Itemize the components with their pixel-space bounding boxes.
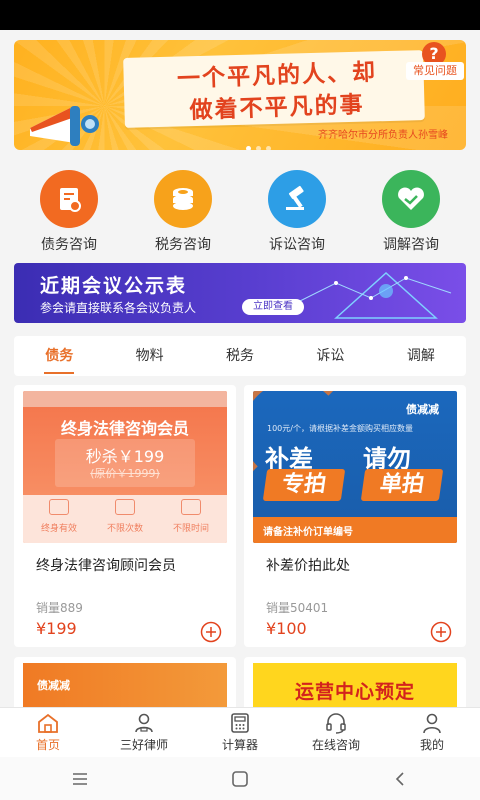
gavel-icon xyxy=(268,170,326,228)
brand-logo: 债减减 xyxy=(406,403,439,416)
nav-label: 首页 xyxy=(35,738,60,752)
tab-tax[interactable]: 税务 xyxy=(195,336,285,376)
category-row: 债务咨询 税务咨询 诉讼咨询 调解咨询 xyxy=(0,170,480,253)
hero-banner[interactable]: 一个平凡的人、却 做着不平凡的事 齐齐哈尔市分所负责人孙雪峰 ? 常见问题 xyxy=(14,40,466,150)
clock-icon xyxy=(181,499,201,515)
image-text: 运营中心预定 xyxy=(294,681,415,703)
lawyer-icon xyxy=(135,713,153,733)
flash-price: 秒杀￥199 xyxy=(85,447,165,466)
category-debt[interactable]: 债务咨询 xyxy=(23,170,115,253)
product-sales: 销量889 xyxy=(36,601,83,615)
category-label: 债务咨询 xyxy=(41,237,97,253)
product-card[interactable]: 运营中心预定 xyxy=(244,657,466,707)
meeting-banner[interactable]: 近期会议公示表 参会请直接联系各会议负责人 立即查看 xyxy=(14,263,466,323)
coin-stack-icon xyxy=(154,170,212,228)
nav-mine[interactable]: 我的 xyxy=(384,708,480,757)
feature-item: 终身有效 xyxy=(29,499,89,534)
back-icon[interactable] xyxy=(390,770,410,788)
carousel-dot[interactable] xyxy=(266,146,271,150)
product-sales: 销量50401 xyxy=(266,601,329,615)
product-card[interactable]: 债减减 xyxy=(14,657,236,707)
user-icon xyxy=(423,713,441,734)
product-name: 终身法律咨询顾问会员 xyxy=(36,558,176,574)
meeting-subtitle: 参会请直接联系各会议负责人 xyxy=(40,301,197,315)
original-price: (原价￥1999) xyxy=(90,467,160,480)
banner-signature: 齐齐哈尔市分所负责人孙雪峰 xyxy=(318,130,448,141)
category-label: 调解咨询 xyxy=(383,237,439,253)
category-label: 诉讼咨询 xyxy=(269,237,325,253)
status-bar xyxy=(0,0,480,30)
carousel-dots xyxy=(246,146,271,150)
category-label: 税务咨询 xyxy=(155,237,211,253)
carousel-dot[interactable] xyxy=(256,146,261,150)
product-name: 补差价拍此处 xyxy=(266,558,350,574)
add-to-cart-icon[interactable] xyxy=(200,621,222,643)
nav-home[interactable]: 首页 xyxy=(0,708,96,757)
product-card[interactable]: 终身法律咨询会员 秒杀￥199 (原价￥1999) 终身有效 不限次数 不限时间 xyxy=(14,385,236,647)
nav-label: 三好律师 xyxy=(119,738,168,752)
bottom-navigation: 首页 三好律师 计算器 在线咨询 我的 xyxy=(0,707,480,757)
check-icon xyxy=(115,499,135,515)
image-word: 专拍 xyxy=(262,469,346,501)
nav-label: 我的 xyxy=(419,738,444,752)
feature-item: 不限次数 xyxy=(95,499,155,534)
category-mediation[interactable]: 调解咨询 xyxy=(365,170,457,253)
product-card[interactable]: 债减减 100元/个，请根据补差金额购买相应数量 补差 请勿 专拍 单拍 请备注… xyxy=(244,385,466,647)
meeting-title: 近期会议公示表 xyxy=(40,275,188,297)
feature-label: 终身有效 xyxy=(40,524,77,534)
product-price: ¥100 xyxy=(266,619,307,638)
nav-online-consult[interactable]: 在线咨询 xyxy=(288,708,384,757)
tab-debt[interactable]: 债务 xyxy=(14,336,104,376)
image-note: 100元/个，请根据补差金额购买相应数量 xyxy=(267,424,413,433)
product-image: 终身法律咨询会员 秒杀￥199 (原价￥1999) 终身有效 不限次数 不限时间 xyxy=(23,391,227,543)
stripe-text: 请备注补价订单编号 xyxy=(263,527,353,538)
headset-icon xyxy=(326,713,346,734)
nav-label: 在线咨询 xyxy=(311,738,360,752)
tab-mediation[interactable]: 调解 xyxy=(376,336,466,376)
add-to-cart-icon[interactable] xyxy=(430,621,452,643)
home-page: 一个平凡的人、却 做着不平凡的事 齐齐哈尔市分所负责人孙雪峰 ? 常见问题 债务… xyxy=(0,30,480,707)
product-image: 债减减 100元/个，请根据补差金额购买相应数量 补差 请勿 专拍 单拍 请备注… xyxy=(253,391,457,543)
calculator-icon xyxy=(231,713,249,733)
category-tabs: 债务 物料 税务 诉讼 调解 xyxy=(14,336,466,376)
faq-button[interactable]: ? 常见问题 xyxy=(406,42,466,84)
feature-label: 不限次数 xyxy=(106,524,143,534)
tab-litigation[interactable]: 诉讼 xyxy=(285,336,375,376)
product-image: 运营中心预定 xyxy=(253,663,457,707)
faq-label: 常见问题 xyxy=(406,62,464,80)
home-square-icon[interactable] xyxy=(230,770,250,788)
megaphone-icon xyxy=(30,106,99,146)
diamond-icon xyxy=(49,499,69,515)
debt-document-icon xyxy=(40,170,98,228)
image-strip xyxy=(23,391,227,407)
system-navigation xyxy=(0,757,480,800)
image-title: 终身法律咨询会员 xyxy=(60,419,189,438)
home-icon xyxy=(38,713,58,733)
menu-icon[interactable] xyxy=(70,771,90,787)
product-image: 债减减 xyxy=(23,663,227,707)
nav-calculator[interactable]: 计算器 xyxy=(192,708,288,757)
tab-materials[interactable]: 物料 xyxy=(104,336,194,376)
feature-label: 不限时间 xyxy=(172,524,209,534)
product-price: ¥199 xyxy=(36,619,77,638)
nav-lawyers[interactable]: 三好律师 xyxy=(96,708,192,757)
network-graphic xyxy=(295,271,452,319)
brand-logo: 债减减 xyxy=(37,679,70,692)
view-now-button[interactable]: 立即查看 xyxy=(242,299,304,315)
handshake-heart-icon xyxy=(382,170,440,228)
nav-label: 计算器 xyxy=(221,738,258,752)
category-litigation[interactable]: 诉讼咨询 xyxy=(251,170,343,253)
carousel-dot[interactable] xyxy=(246,146,251,150)
feature-item: 不限时间 xyxy=(161,499,221,534)
image-word: 单拍 xyxy=(360,469,444,501)
category-tax[interactable]: 税务咨询 xyxy=(137,170,229,253)
